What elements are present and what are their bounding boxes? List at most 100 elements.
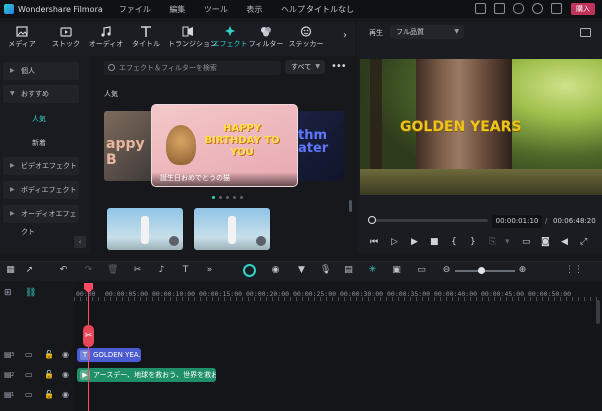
sidebar-item-video-effects[interactable]: ▶ ビデオエフェクト <box>3 157 79 175</box>
microphone-icon[interactable]: 🎙 <box>320 265 331 276</box>
cut-icon[interactable]: ✂ <box>132 265 143 276</box>
playhead[interactable] <box>88 283 89 411</box>
menu-tools[interactable]: ツール <box>204 4 228 15</box>
select-tool-icon[interactable]: ➚ <box>24 265 35 276</box>
tab-filter[interactable]: フィルター <box>246 24 286 54</box>
camera-icon[interactable]: ◙ <box>541 237 550 247</box>
menu-edit[interactable]: 編集 <box>169 4 185 15</box>
effect-thumbnail[interactable] <box>194 208 270 250</box>
download-icon[interactable] <box>169 236 179 246</box>
audio-split-icon[interactable]: ♪ <box>156 265 167 276</box>
split-scissors-icon[interactable]: ✂ <box>83 325 94 347</box>
lock-icon[interactable]: 🔓 <box>44 350 54 359</box>
menu-help[interactable]: ヘルプ <box>281 4 305 15</box>
play-full-icon[interactable]: ▶ <box>411 237 418 247</box>
folder-icon[interactable]: ▭ <box>25 370 33 379</box>
layout-icon[interactable] <box>494 3 505 14</box>
browser-scrollbar[interactable] <box>349 200 352 212</box>
auto-ripple-icon[interactable] <box>243 264 256 277</box>
effect-thumbnail[interactable]: thm ater <box>296 111 344 181</box>
sidebar-item-recommended[interactable]: ▼ おすすめ <box>3 85 79 103</box>
eye-icon[interactable]: ◉ <box>62 350 69 359</box>
snapshot-icon[interactable] <box>580 28 591 37</box>
monitor-icon[interactable] <box>475 3 486 14</box>
carousel-dot[interactable] <box>240 196 243 199</box>
tab-audio[interactable]: オーディオ <box>86 24 126 54</box>
track-settings-icon[interactable]: ⋮⋮ <box>565 265 583 275</box>
tab-effect[interactable]: エフェクト <box>210 24 250 54</box>
fullscreen-icon[interactable]: ⤢ <box>580 237 587 247</box>
tab-transition[interactable]: トランジション <box>168 24 217 54</box>
video-clip[interactable]: ▶ アースデー、地球を救おう、世界を救おう... <box>77 368 216 382</box>
video-preview[interactable]: GOLDEN YEARS <box>360 59 602 195</box>
carousel-dot[interactable] <box>212 196 215 199</box>
eye-icon[interactable]: ◉ <box>62 370 69 379</box>
subtitle-icon[interactable]: ▭ <box>416 265 427 276</box>
voiceover-icon[interactable]: ▤ <box>343 265 354 276</box>
render-icon[interactable]: ◉ <box>270 265 281 276</box>
eye-icon[interactable]: ◉ <box>62 390 69 399</box>
delete-icon[interactable]: 🗑 <box>107 265 118 276</box>
text-icon[interactable]: T <box>180 265 191 276</box>
collapse-sidebar-button[interactable]: ‹ <box>74 236 86 248</box>
tab-title[interactable]: タイトル <box>126 24 166 54</box>
add-track-icon[interactable]: ⊞ <box>4 288 12 298</box>
timeline-scrollbar[interactable] <box>596 300 600 324</box>
lock-icon[interactable]: 🔓 <box>44 370 54 379</box>
ai-icon[interactable]: ✳ <box>367 265 378 276</box>
gift-icon[interactable] <box>551 3 562 14</box>
featured-effect-card[interactable]: HAPPY BIRTHDAY TO YOU 誕生日おめでとうの猫 <box>151 104 298 187</box>
tab-media[interactable]: メディア <box>2 24 42 54</box>
sidebar-subitem-new[interactable]: 新着 <box>32 138 46 148</box>
step-back-icon[interactable]: ⏮ <box>370 237 378 247</box>
pip-icon[interactable]: ▣ <box>391 265 402 276</box>
menu-file[interactable]: ファイル <box>119 4 151 15</box>
carousel-dot[interactable] <box>226 196 229 199</box>
zoom-out-icon[interactable]: ⊖ <box>441 265 452 276</box>
filmora-window: Wondershare Filmora ファイル 編集 ツール 表示 ヘルプ タ… <box>0 0 602 411</box>
folder-icon[interactable]: ▭ <box>25 390 33 399</box>
link-icon[interactable]: ⛓ <box>25 288 36 298</box>
zoom-slider[interactable] <box>455 270 515 272</box>
quality-dropdown[interactable]: フル品質 ▼ <box>390 25 464 39</box>
sidebar-subitem-popular[interactable]: 人気 <box>32 114 46 124</box>
sidebar-item-audio-effects[interactable]: ▶ オーディオエフェクト <box>3 205 79 236</box>
effect-thumbnail[interactable] <box>107 208 183 250</box>
mark-out-icon[interactable]: } <box>470 237 476 247</box>
title-clip[interactable]: T GOLDEN YEA... <box>77 348 141 362</box>
play-icon[interactable]: ▷ <box>391 237 398 247</box>
redo-icon[interactable]: ↷ <box>83 265 94 276</box>
playback-scrubber[interactable] <box>368 216 376 224</box>
more-options-icon[interactable]: ••• <box>331 61 347 72</box>
folder-icon[interactable]: ▭ <box>25 350 33 359</box>
toolbar-more-chevron-icon[interactable]: › <box>343 30 347 41</box>
more-tools-icon[interactable]: » <box>204 265 215 276</box>
stop-icon[interactable]: ■ <box>430 237 439 247</box>
insert-icon[interactable]: ⎘ <box>489 237 496 247</box>
dropdown-icon[interactable]: ▾ <box>505 237 510 247</box>
zoom-slider-handle[interactable] <box>478 267 485 274</box>
buy-button[interactable]: 購入 <box>571 3 595 15</box>
effect-thumbnail[interactable]: appy B <box>104 111 154 181</box>
layout-grid-icon[interactable]: ▦ <box>5 265 16 276</box>
cloud-icon[interactable] <box>513 3 524 14</box>
tab-sticker[interactable]: ステッカー <box>286 24 326 54</box>
sidebar-item-body-effects[interactable]: ▶ ボディエフェクト <box>3 181 79 199</box>
monitor-icon[interactable]: ▭ <box>522 237 531 247</box>
search-input[interactable]: エフェクト＆フィルターを検索 <box>104 61 281 75</box>
undo-icon[interactable]: ↶ <box>58 265 69 276</box>
lock-icon[interactable]: 🔓 <box>44 390 54 399</box>
menu-view[interactable]: 表示 <box>246 4 262 15</box>
volume-icon[interactable]: ◀ <box>561 237 568 247</box>
mark-in-icon[interactable]: { <box>451 237 457 247</box>
carousel-dot[interactable] <box>219 196 222 199</box>
marker-icon[interactable]: ▼ <box>296 265 307 276</box>
download-icon[interactable] <box>256 236 266 246</box>
tab-stock[interactable]: ストック <box>46 24 86 54</box>
zoom-in-icon[interactable]: ⊕ <box>517 265 528 276</box>
filter-dropdown[interactable]: すべて ▼ <box>285 60 325 74</box>
support-icon[interactable] <box>532 3 543 14</box>
sidebar-item-personal[interactable]: ▶ 個人 <box>3 62 79 80</box>
carousel-dot[interactable] <box>233 196 236 199</box>
playback-progress-bar[interactable] <box>370 219 488 222</box>
